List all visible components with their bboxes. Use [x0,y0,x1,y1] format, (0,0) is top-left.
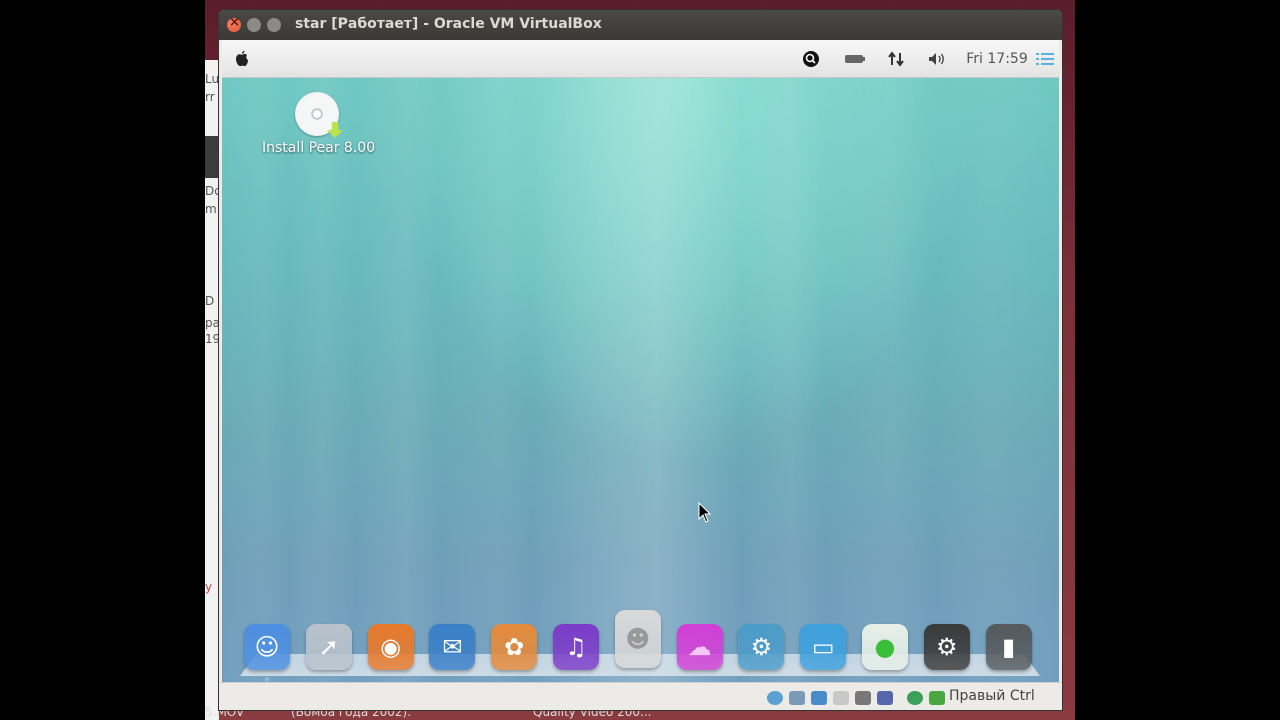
volume-icon[interactable] [926,49,948,69]
apple-icon[interactable] [234,49,250,69]
running-indicator [265,677,269,681]
host-fragment: m [205,202,217,216]
dock-settings-icon[interactable]: ⚙ [738,624,785,670]
host-fragment: rr [205,90,215,104]
guest-desktop[interactable]: Install Pear 8.00 ☺ ➚ ◉ ✉ ✿ ♫ ☻ ☁ ⚙ ▭ ● ⚙ ▮ [222,78,1059,682]
mouse-cursor-icon [698,502,712,523]
dock-launchpad-icon[interactable]: ➚ [305,624,352,670]
dock-itunes-icon[interactable]: ♫ [553,624,599,670]
battery-icon[interactable] [844,49,866,69]
dock-photos-icon[interactable]: ✿ [491,624,538,670]
host-fragment: y [205,580,213,594]
window-titlebar[interactable]: star [Работает] - Oracle VM VirtualBox [219,10,1062,40]
dock-contacts-icon[interactable]: ☻ [614,610,661,668]
vm-statusbar: Правый Ctrl [219,682,1062,710]
optical-drive-icon[interactable] [789,691,805,705]
host-fragment: D [205,294,215,308]
search-icon[interactable] [802,49,820,69]
screen: Lu rr Do m D pa 19 y 5.MOV (Бомба года 2… [0,0,1280,720]
dock-terminal-icon[interactable]: ⚙ [923,624,970,670]
usb-icon[interactable] [877,691,893,705]
dock: ☺ ➚ ◉ ✉ ✿ ♫ ☻ ☁ ⚙ ▭ ● ⚙ ▮ [244,610,1044,681]
host-fragment: Lu [205,72,220,86]
dock-icloud-icon[interactable]: ☁ [676,624,723,670]
guest-top-menubar: Fri 17:59 [222,40,1059,78]
host-fragment: pa [205,316,220,330]
disc-icon [295,92,343,138]
host-thumbnail [205,136,219,178]
capture-icon[interactable] [907,691,923,705]
maximize-icon[interactable] [267,18,281,32]
virtualbox-window: star [Работает] - Oracle VM VirtualBox F… [219,10,1062,710]
network-icon[interactable] [886,49,906,69]
desktop-icon-install-pear[interactable]: Install Pear 8.00 [262,92,376,156]
minimize-icon[interactable] [247,18,261,32]
host-fragment: 19 [205,332,221,346]
clock[interactable]: Fri 17:59 [964,49,1030,69]
dock-firefox-icon[interactable]: ◉ [367,624,414,670]
dock-trash-icon[interactable]: ▮ [985,624,1032,670]
host-key-icon[interactable] [929,691,945,705]
dock-display-icon[interactable]: ▭ [800,624,847,670]
close-icon[interactable] [227,15,241,32]
host-file-list-fragment: Lu rr Do m D pa 19 y [205,60,222,720]
dock-toggle-icon[interactable]: ● [862,624,908,670]
desktop-icon-label: Install Pear 8.00 [262,140,376,156]
display-icon[interactable] [855,691,871,705]
dock-thunderbird-icon[interactable]: ✉ [429,624,476,670]
hard-disk-icon[interactable] [767,691,783,705]
window-title: star [Работает] - Oracle VM VirtualBox [295,16,602,32]
menu-list-icon[interactable] [1034,49,1056,69]
shared-folders-icon[interactable] [833,691,849,705]
network-adapter-icon[interactable] [811,691,827,705]
dock-finder-icon[interactable]: ☺ [244,624,290,670]
host-key-label: Правый Ctrl [949,688,1035,704]
